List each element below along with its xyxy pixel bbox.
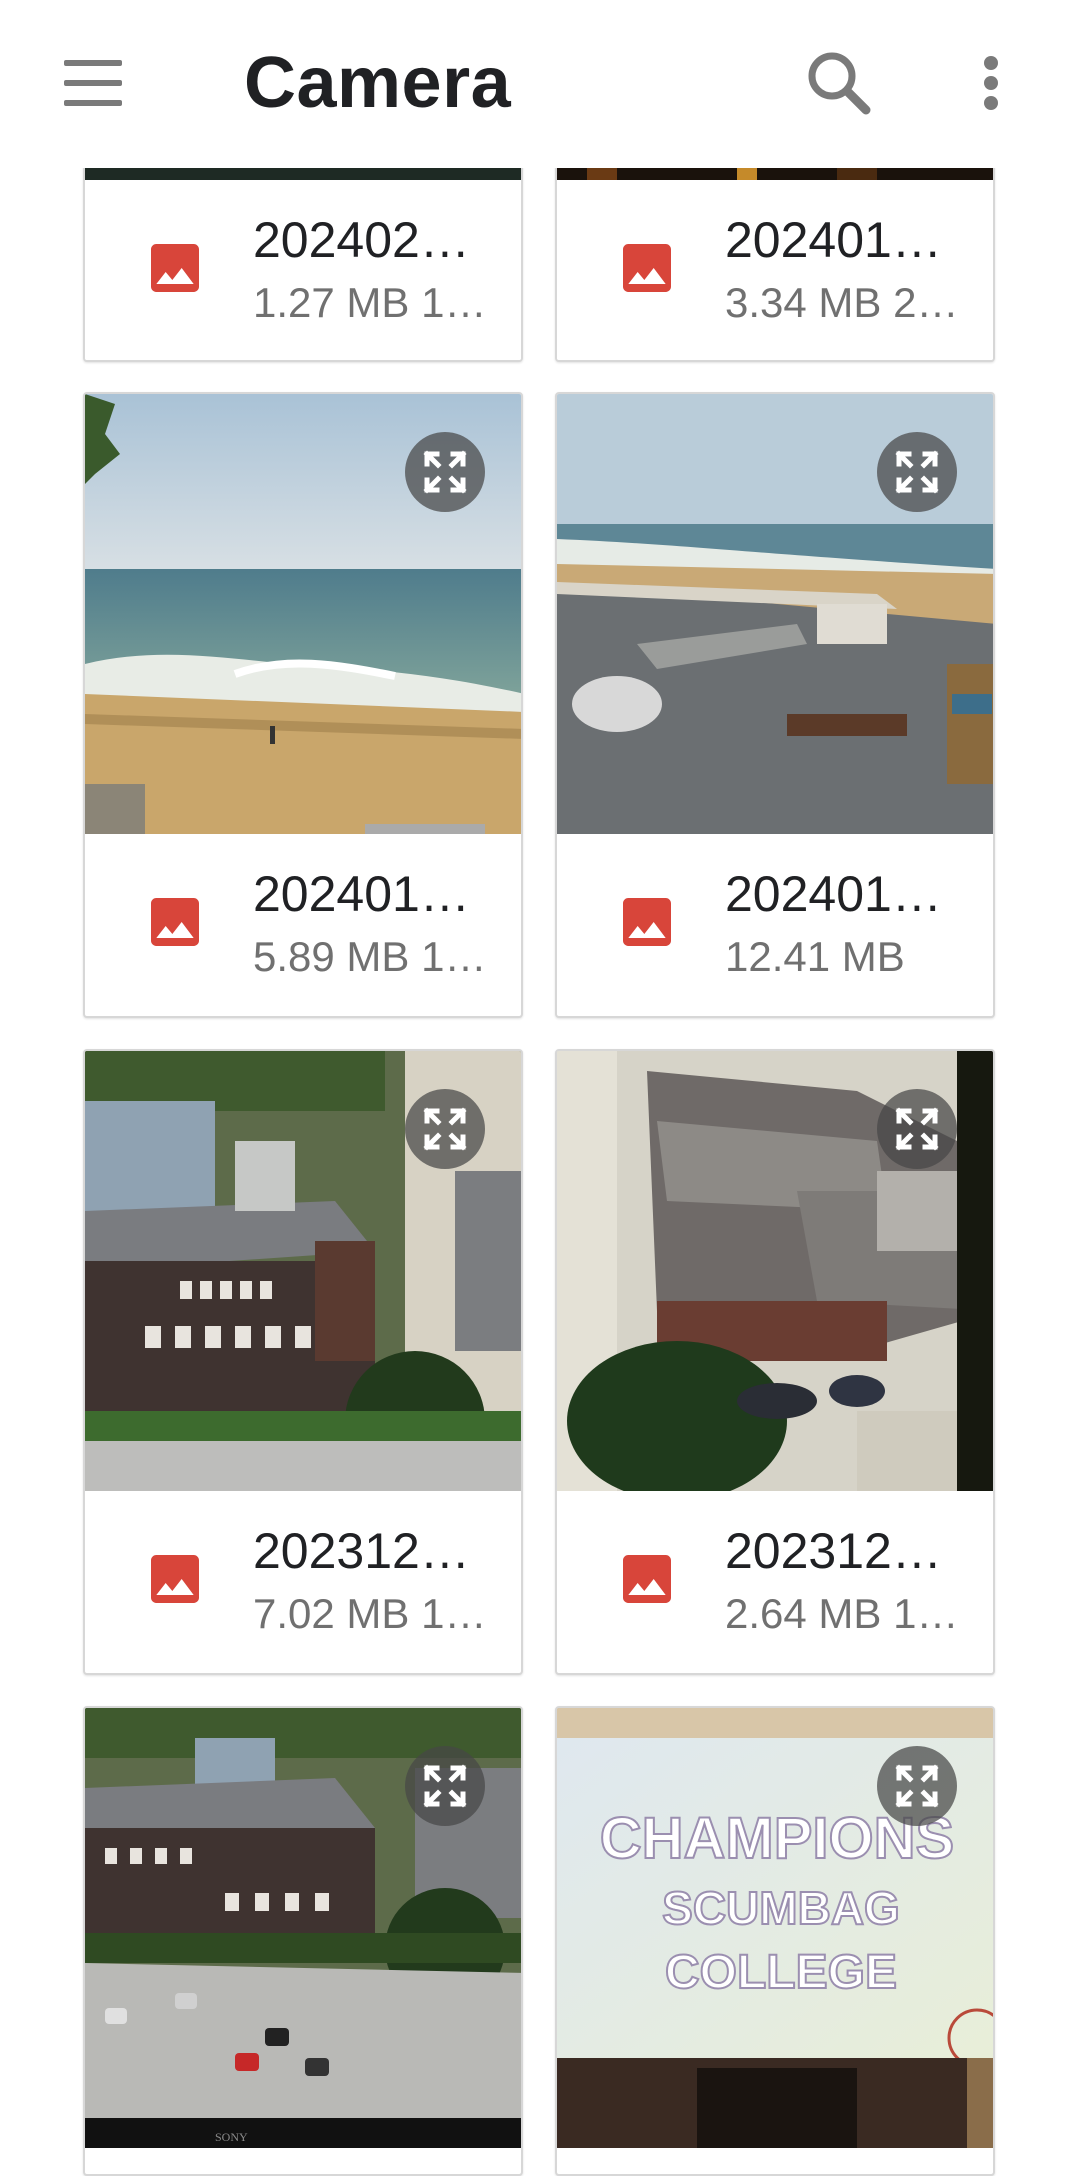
file-name: 202402… — [253, 212, 470, 268]
fullscreen-icon — [895, 450, 939, 494]
image-file-icon — [623, 898, 671, 946]
file-grid: 202402… 1.27 MB 1… 202401… 3.34 MB 2… 20… — [0, 0, 1080, 2176]
file-card[interactable]: 202312… 2.64 MB 1… — [555, 1049, 995, 1675]
file-card[interactable]: 202401… 5.89 MB 1… — [83, 392, 523, 1018]
file-meta: 2.64 MB 1… — [725, 1590, 959, 1637]
file-name: 202401… — [253, 866, 470, 922]
fullscreen-icon — [895, 1107, 939, 1151]
expand-preview-button[interactable] — [877, 432, 957, 512]
image-file-icon — [623, 244, 671, 292]
file-name: 202312… — [725, 1523, 942, 1579]
screen-text-scumbag: SCUMBAG — [662, 1882, 900, 1934]
expand-preview-button[interactable] — [405, 1746, 485, 1826]
file-name: 202312… — [253, 1523, 470, 1579]
file-card[interactable]: SONY — [83, 1706, 523, 2176]
search-button[interactable] — [800, 44, 880, 124]
tv-brand: SONY — [215, 2130, 248, 2144]
app-bar: Camera — [0, 0, 1080, 168]
more-options-button[interactable] — [966, 50, 1016, 116]
image-file-icon — [623, 1555, 671, 1603]
fullscreen-icon — [423, 450, 467, 494]
image-file-icon — [151, 898, 199, 946]
fullscreen-icon — [895, 1764, 939, 1808]
file-meta: 7.02 MB 1… — [253, 1590, 487, 1637]
expand-preview-button[interactable] — [405, 432, 485, 512]
file-card[interactable]: 202401… 12.41 MB — [555, 392, 995, 1018]
file-meta: 5.89 MB 1… — [253, 933, 487, 980]
expand-preview-button[interactable] — [877, 1746, 957, 1826]
fullscreen-icon — [423, 1764, 467, 1808]
file-meta: 1.27 MB 1… — [253, 279, 487, 326]
file-meta: 3.34 MB 2… — [725, 279, 959, 326]
screen-text-college: COLLEGE — [665, 1946, 897, 1999]
search-icon — [808, 52, 871, 115]
image-file-icon — [151, 244, 199, 292]
expand-preview-button[interactable] — [877, 1089, 957, 1169]
file-card[interactable]: CHAMPIONS SCUMBAG COLLEGE — [555, 1706, 995, 2176]
page-title: Camera — [244, 43, 512, 123]
fullscreen-icon — [423, 1107, 467, 1151]
image-file-icon — [151, 1555, 199, 1603]
expand-preview-button[interactable] — [405, 1089, 485, 1169]
file-name: 202401… — [725, 212, 942, 268]
file-card[interactable]: 202312… 7.02 MB 1… — [83, 1049, 523, 1675]
menu-button[interactable] — [60, 50, 126, 116]
file-name: 202401… — [725, 866, 942, 922]
file-meta: 12.41 MB — [725, 933, 905, 980]
